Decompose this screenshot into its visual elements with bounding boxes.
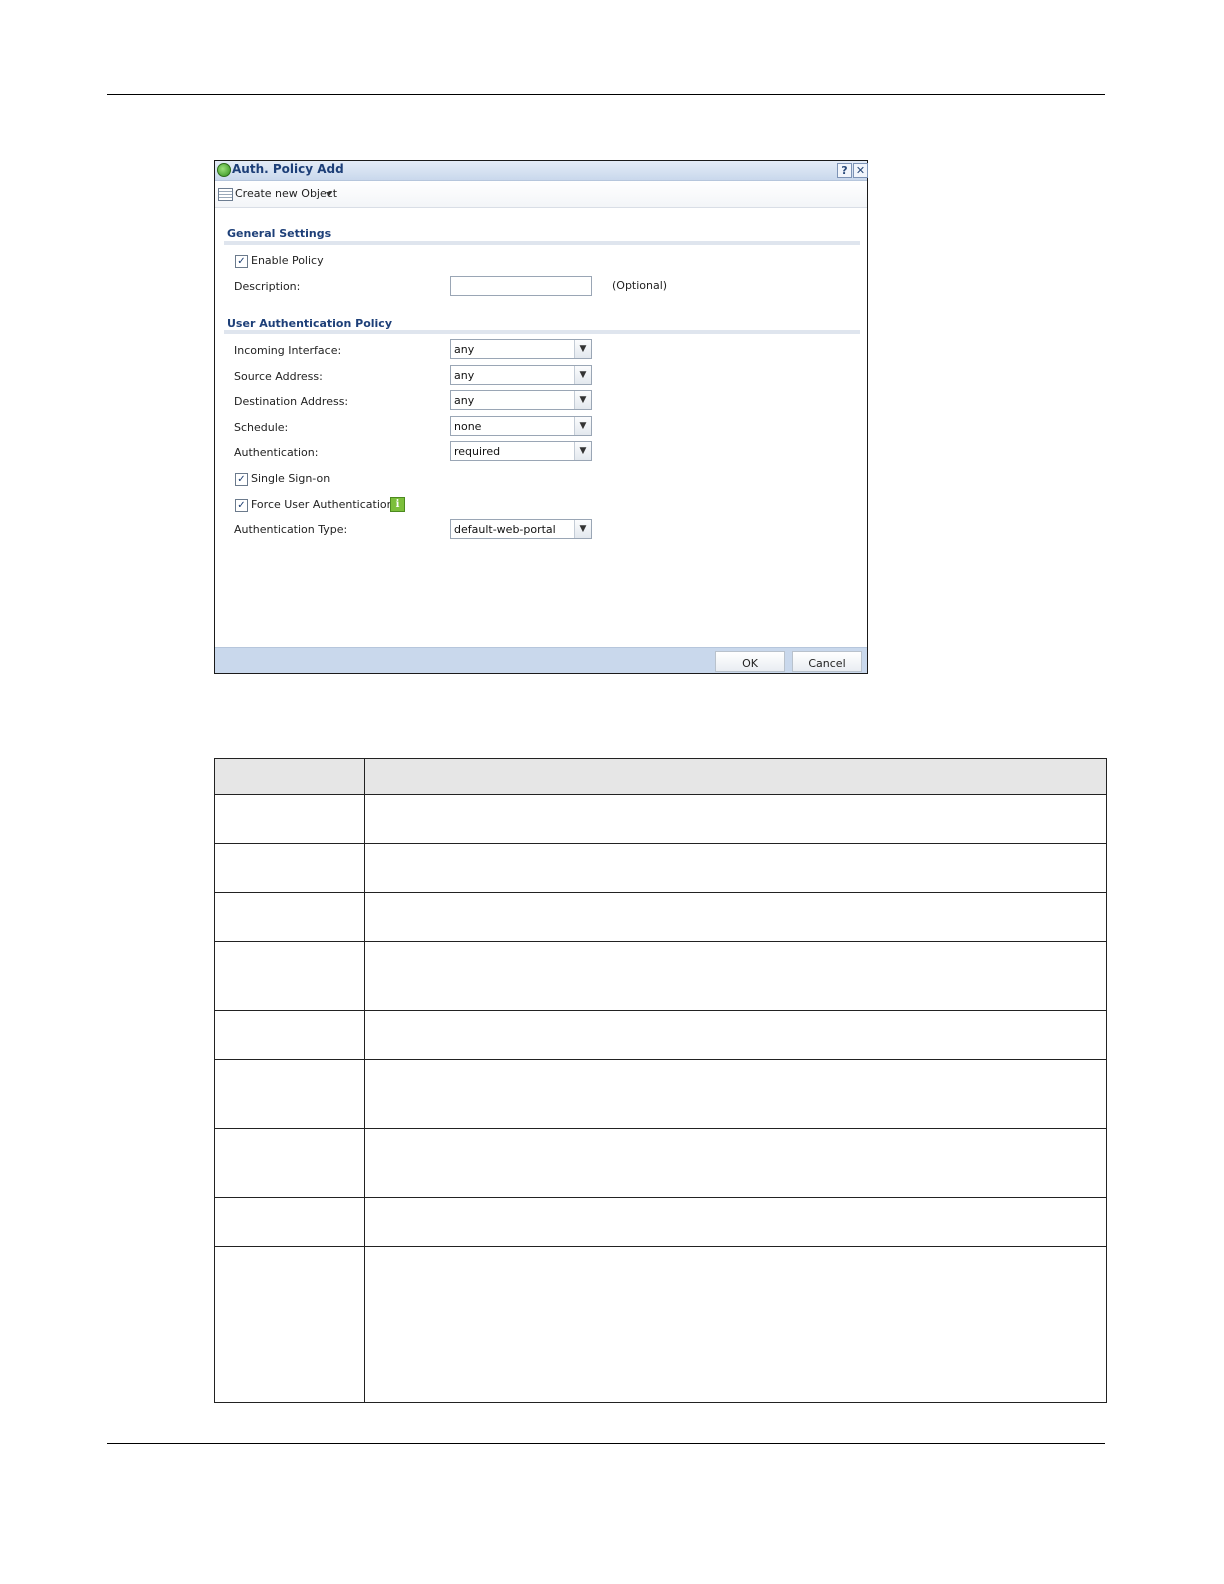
single-sign-on-checkbox[interactable]: ✓	[235, 473, 248, 486]
chevron-down-icon[interactable]: ▼	[574, 417, 591, 435]
description-input[interactable]	[450, 276, 592, 296]
table-row	[214, 794, 1107, 844]
table-row	[214, 892, 1107, 942]
destination-address-label: Destination Address:	[234, 395, 349, 408]
authentication-type-label: Authentication Type:	[234, 523, 348, 536]
dialog-toolbar: Create new Object	[215, 181, 867, 208]
help-button[interactable]: ?	[837, 163, 852, 178]
authentication-type-value: default-web-portal	[454, 523, 556, 536]
create-new-object-label: Create new Object	[235, 187, 338, 200]
footer-rule	[107, 1443, 1105, 1444]
general-settings-divider	[224, 241, 860, 245]
source-address-label: Source Address:	[234, 370, 323, 383]
caret-down-icon	[326, 192, 332, 196]
ok-button[interactable]: OK	[715, 651, 785, 672]
enable-policy-label: Enable Policy	[251, 254, 324, 267]
dialog-title: Auth. Policy Add	[232, 162, 344, 176]
destination-address-select[interactable]: any ▼	[450, 390, 592, 410]
table-header-row	[214, 758, 1107, 795]
object-list-icon	[218, 188, 233, 201]
description-label: Description:	[234, 280, 301, 293]
chevron-down-icon[interactable]: ▼	[574, 340, 591, 358]
header-rule	[107, 94, 1105, 95]
authentication-select[interactable]: required ▼	[450, 441, 592, 461]
table-row	[214, 843, 1107, 893]
info-icon[interactable]: i	[390, 497, 405, 512]
incoming-interface-select[interactable]: any ▼	[450, 339, 592, 359]
auth-policy-add-dialog: Auth. Policy Add ? ✕ Create new Object G…	[214, 160, 868, 674]
enable-policy-checkbox[interactable]: ✓	[235, 255, 248, 268]
add-policy-icon	[217, 163, 231, 177]
field-description-table	[214, 758, 1107, 1403]
general-settings-title: General Settings	[227, 227, 332, 240]
table-row	[214, 1010, 1107, 1060]
close-button[interactable]: ✕	[853, 163, 868, 178]
user-auth-policy-divider	[224, 330, 860, 334]
description-optional-hint: (Optional)	[612, 279, 668, 292]
incoming-interface-label: Incoming Interface:	[234, 344, 342, 357]
force-user-auth-checkbox[interactable]: ✓	[235, 499, 248, 512]
chevron-down-icon[interactable]: ▼	[574, 366, 591, 384]
schedule-select[interactable]: none ▼	[450, 416, 592, 436]
authentication-label: Authentication:	[234, 446, 319, 459]
dialog-footer: OK Cancel	[215, 647, 867, 673]
table-row	[214, 1128, 1107, 1198]
cancel-button[interactable]: Cancel	[792, 651, 862, 672]
user-auth-policy-title: User Authentication Policy	[227, 317, 392, 330]
source-address-value: any	[454, 369, 475, 382]
table-header-cell	[214, 758, 365, 795]
schedule-value: none	[454, 420, 482, 433]
dialog-titlebar: Auth. Policy Add ? ✕	[215, 161, 868, 181]
authentication-value: required	[454, 445, 501, 458]
table-row	[214, 1246, 1107, 1403]
destination-address-value: any	[454, 394, 475, 407]
table-header-cell	[364, 758, 1107, 795]
single-sign-on-label: Single Sign-on	[251, 472, 331, 485]
authentication-type-select[interactable]: default-web-portal ▼	[450, 519, 592, 539]
source-address-select[interactable]: any ▼	[450, 365, 592, 385]
chevron-down-icon[interactable]: ▼	[574, 442, 591, 460]
schedule-label: Schedule:	[234, 421, 289, 434]
chevron-down-icon[interactable]: ▼	[574, 391, 591, 409]
table-row	[214, 1197, 1107, 1247]
incoming-interface-value: any	[454, 343, 475, 356]
table-row	[214, 941, 1107, 1011]
table-row	[214, 1059, 1107, 1129]
force-user-auth-label: Force User Authentication	[251, 498, 394, 511]
chevron-down-icon[interactable]: ▼	[574, 520, 591, 538]
